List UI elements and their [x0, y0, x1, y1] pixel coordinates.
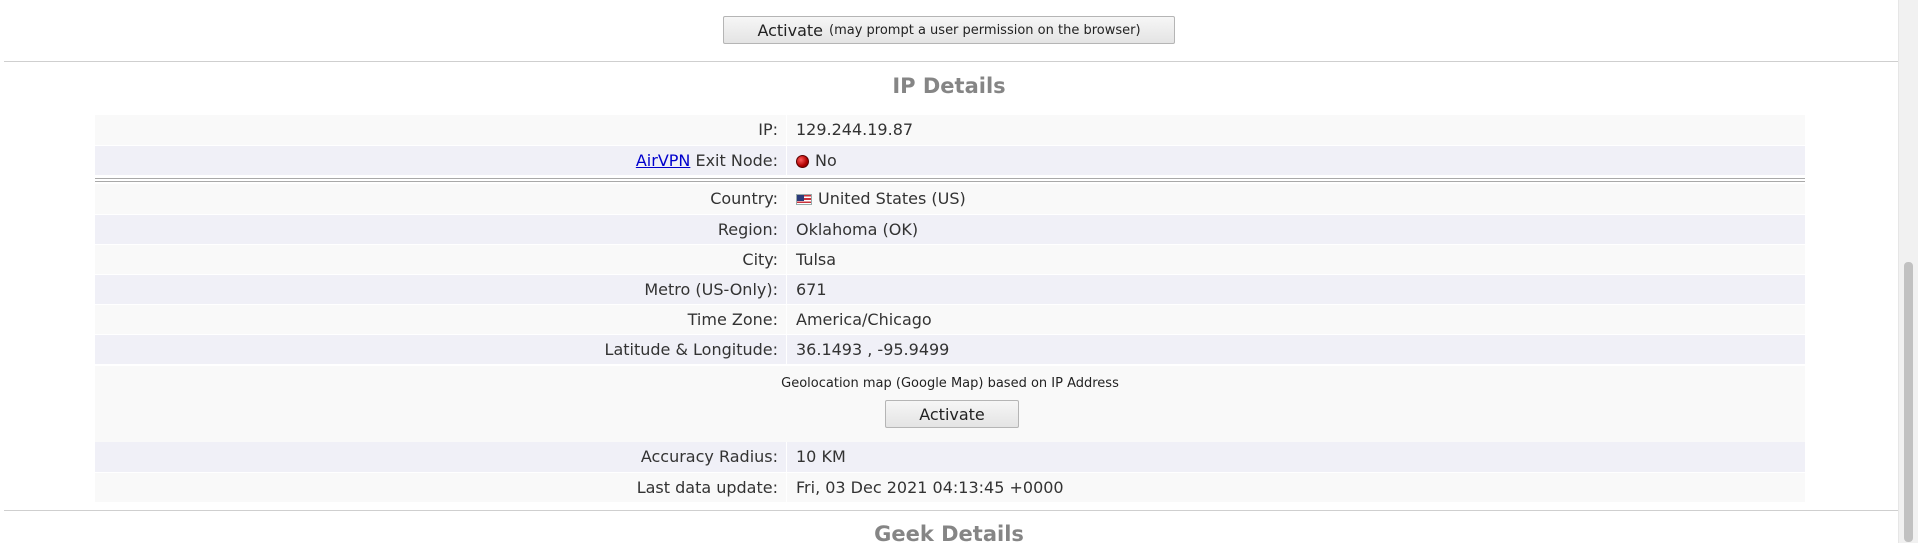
- section-divider: [4, 61, 1898, 62]
- table-row: Time Zone: America/Chicago: [95, 304, 1805, 335]
- row-label: City:: [95, 244, 786, 275]
- row-label: Accuracy Radius:: [95, 442, 786, 473]
- geek-details-title: Geek Details: [874, 522, 1024, 546]
- timezone-value: America/Chicago: [787, 304, 1805, 335]
- table-divider: [95, 178, 1805, 182]
- metro-value: 671: [787, 274, 1805, 305]
- country-value: United States (US): [818, 189, 966, 209]
- activate-location-button[interactable]: Activate (may prompt a user permission o…: [723, 16, 1175, 44]
- map-caption: Geolocation map (Google Map) based on IP…: [781, 376, 1119, 391]
- row-label: Region:: [95, 214, 786, 245]
- status-dot-icon: [796, 154, 809, 168]
- page: Activate (may prompt a user permission o…: [0, 0, 1898, 546]
- activate-label: Activate: [757, 20, 824, 40]
- vertical-scrollbar[interactable]: [1898, 0, 1918, 543]
- airvpn-link[interactable]: AirVPN: [636, 151, 691, 170]
- geolocation-map-block: Geolocation map (Google Map) based on IP…: [95, 366, 1805, 442]
- row-label: Time Zone:: [95, 304, 786, 335]
- region-value: Oklahoma (OK): [787, 214, 1805, 245]
- ip-value: 129.244.19.87: [787, 115, 1805, 146]
- ip-details-title: IP Details: [892, 74, 1006, 98]
- us-flag-icon: [796, 194, 812, 206]
- scrollbar-thumb[interactable]: [1904, 262, 1913, 542]
- row-label: Last data update:: [95, 472, 786, 503]
- ip-details-table-bottom: Accuracy Radius: 10 KM Last data update:…: [95, 442, 1805, 503]
- table-row: Country: United States (US): [95, 184, 1805, 215]
- exit-node-label: Exit Node:: [690, 150, 778, 170]
- table-row: City: Tulsa: [95, 244, 1805, 275]
- last-update-value: Fri, 03 Dec 2021 04:13:45 +0000: [787, 472, 1805, 503]
- table-row: AirVPN Exit Node: No: [95, 145, 1805, 176]
- geo-details-table: Country: United States (US) Region: Okla…: [95, 184, 1805, 365]
- row-label: Country:: [95, 184, 786, 215]
- activate-map-button[interactable]: Activate: [885, 400, 1019, 428]
- city-value: Tulsa: [787, 244, 1805, 275]
- row-label: Latitude & Longitude:: [95, 334, 786, 365]
- table-row: Accuracy Radius: 10 KM: [95, 442, 1805, 473]
- activate-note: (may prompt a user permission on the bro…: [829, 22, 1141, 38]
- ip-details-table-top: IP: 129.244.19.87 AirVPN Exit Node: No: [95, 115, 1805, 176]
- table-row: Latitude & Longitude: 36.1493 , -95.9499: [95, 334, 1805, 365]
- exit-node-value: No: [815, 150, 837, 170]
- table-row: Metro (US-Only): 671: [95, 274, 1805, 305]
- row-label: Metro (US-Only):: [95, 274, 786, 305]
- table-row: Region: Oklahoma (OK): [95, 214, 1805, 245]
- accuracy-value: 10 KM: [787, 442, 1805, 473]
- section-divider: [4, 510, 1898, 511]
- lat-long-value: 36.1493 , -95.9499: [787, 334, 1805, 365]
- table-row: IP: 129.244.19.87: [95, 115, 1805, 146]
- table-row: Last data update: Fri, 03 Dec 2021 04:13…: [95, 472, 1805, 503]
- row-label: IP:: [95, 115, 786, 146]
- row-label: AirVPN Exit Node:: [95, 145, 786, 176]
